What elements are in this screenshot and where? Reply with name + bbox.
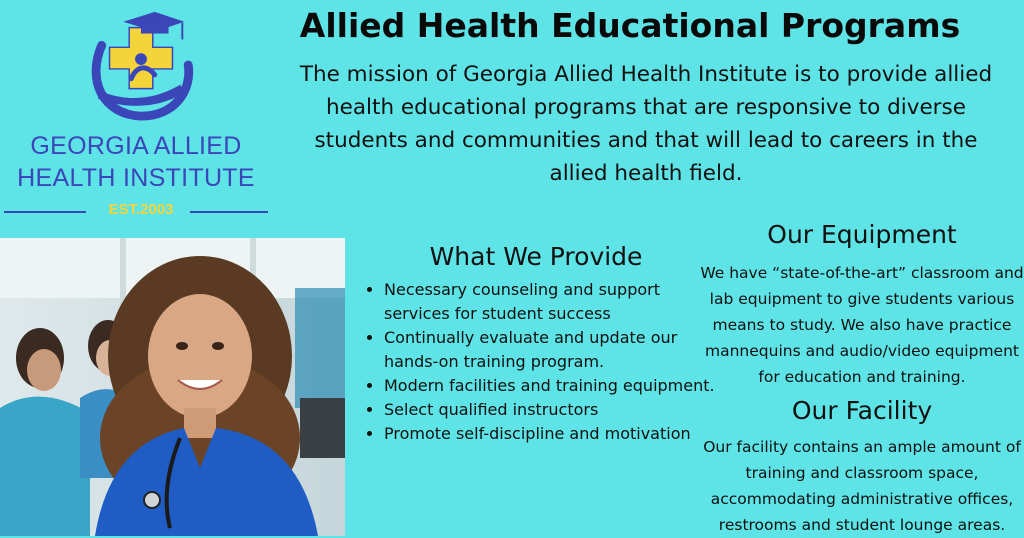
equipment-text: We have “state-of-the-art” classroom and… <box>700 264 1024 386</box>
logo-established: EST.2003 <box>0 200 272 222</box>
list-item: Promote self-discipline and motivation <box>384 422 724 446</box>
provide-list: Necessary counseling and support service… <box>360 278 724 446</box>
provide-heading: What We Provide <box>429 242 643 271</box>
list-item: Select qualified instructors <box>384 398 724 422</box>
page-title: Allied Health Educational Programs <box>299 6 961 45</box>
divider <box>4 211 86 213</box>
list-item: Modern facilities and training equipment… <box>384 374 724 398</box>
student-photo <box>0 238 345 536</box>
facility-text: Our facility contains an ample amount of… <box>703 438 1021 534</box>
logo-line-1: GEORGIA ALLIED <box>30 132 242 160</box>
student-illustration <box>0 238 345 536</box>
mission-statement: The mission of Georgia Allied Health Ins… <box>299 62 993 186</box>
list-item: Necessary counseling and support service… <box>384 278 724 326</box>
facility-heading: Our Facility <box>791 396 933 425</box>
divider <box>190 211 268 213</box>
list-item: Continually evaluate and update our hand… <box>384 326 724 374</box>
equipment-heading: Our Equipment <box>767 220 957 249</box>
logo-emblem-icon <box>91 11 194 121</box>
established-label: EST.2003 <box>108 201 174 218</box>
institute-logo: GEORGIA ALLIED HEALTH INSTITUTE EST.2003 <box>0 0 272 230</box>
logo-line-2: HEALTH INSTITUTE <box>17 164 255 192</box>
